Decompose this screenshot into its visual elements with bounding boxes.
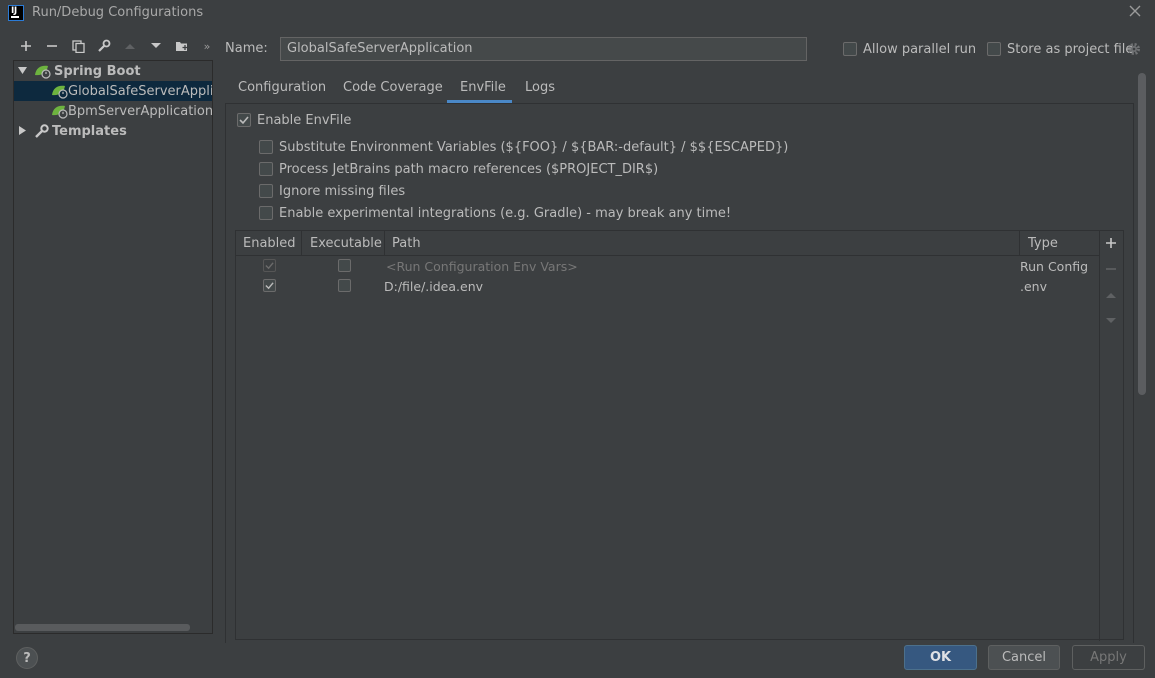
substitute-env-vars-checkbox[interactable] [259,140,273,154]
column-header-path[interactable]: Path [392,236,421,251]
tree-horizontal-scrollbar[interactable] [15,624,190,631]
tab-code-coverage[interactable]: Code Coverage [343,80,443,102]
row-executable-checkbox[interactable] [338,279,351,292]
window-title: Run/Debug Configurations [32,5,204,20]
experimental-integrations-checkbox[interactable] [259,206,273,220]
config-tree[interactable]: Spring Boot GlobalSafeServerApplica BpmS… [13,60,213,634]
column-header-executable[interactable]: Executable [310,236,382,251]
enable-envfile-checkbox[interactable] [237,113,251,127]
move-up-icon [1102,286,1120,304]
app-icon: IJ [8,5,24,21]
gear-icon[interactable] [1127,42,1141,56]
chevron-down-icon[interactable] [18,66,28,76]
table-header: Enabled Executable Path Type [236,231,1099,256]
new-folder-icon[interactable] [173,37,191,55]
store-as-project-file-checkbox[interactable] [987,42,1001,56]
row-enabled-checkbox [263,259,276,272]
tree-item-label: BpmServerApplication [68,103,212,119]
apply-button[interactable]: Apply [1072,645,1145,670]
ignore-missing-files-checkbox[interactable] [259,184,273,198]
spring-boot-run-icon [52,83,68,99]
vertical-scrollbar-thumb[interactable] [1138,73,1146,395]
close-icon[interactable] [1126,2,1144,20]
tab-logs[interactable]: Logs [525,80,555,102]
row-type: Run Config [1020,259,1089,274]
move-down-icon [1102,312,1120,330]
process-path-macros-checkbox[interactable] [259,162,273,176]
help-button[interactable]: ? [16,647,38,669]
process-path-macros-label: Process JetBrains path macro references … [279,162,659,177]
tree-group-templates[interactable]: Templates [14,121,212,141]
row-type: .env [1020,279,1047,294]
move-down-icon[interactable] [147,37,165,55]
add-env-file-icon[interactable] [1102,234,1120,252]
wrench-icon[interactable] [95,37,113,55]
spring-boot-run-icon [52,103,68,119]
ignore-missing-files-label: Ignore missing files [279,184,406,199]
add-icon[interactable] [17,37,35,55]
substitute-env-vars-label: Substitute Environment Variables (${FOO}… [279,140,789,155]
enable-envfile-label: Enable EnvFile [257,113,352,128]
row-path[interactable]: <Run Configuration Env Vars> [386,259,578,274]
experimental-integrations-label: Enable experimental integrations (e.g. G… [279,206,732,221]
column-header-enabled[interactable]: Enabled [243,236,296,251]
row-path[interactable]: D:/file/.idea.env [384,279,483,294]
tree-item-label: GlobalSafeServerApplica [68,83,212,99]
remove-env-file-icon [1102,260,1120,278]
tab-envfile[interactable]: EnvFile [460,80,506,102]
store-as-project-file-label: Store as project file [1007,42,1134,57]
name-input[interactable]: GlobalSafeServerApplication [280,37,807,61]
tab-configuration[interactable]: Configuration [238,80,326,102]
allow-parallel-run-checkbox[interactable] [843,42,857,56]
env-file-table[interactable]: Enabled Executable Path Type <Run Config… [235,230,1124,641]
row-executable-checkbox[interactable] [338,259,351,272]
move-up-icon [121,37,139,55]
copy-icon[interactable] [69,37,87,55]
chevron-right-icon[interactable] [18,126,28,136]
tree-item-global-safe-server[interactable]: GlobalSafeServerApplica [14,81,212,101]
tree-item-bpm-server[interactable]: BpmServerApplication [14,101,212,121]
wrench-icon [34,123,52,139]
cancel-button[interactable]: Cancel [988,645,1060,670]
app-icon-text: IJ [11,6,17,16]
remove-icon[interactable] [43,37,61,55]
table-side-divider [1099,231,1100,641]
spring-boot-icon [34,63,52,79]
name-label: Name: [225,41,268,56]
more-icon[interactable]: » [198,37,216,55]
column-header-type[interactable]: Type [1028,236,1058,251]
allow-parallel-run-label: Allow parallel run [863,42,977,57]
tree-group-label: Spring Boot [54,63,141,79]
tree-group-spring-boot[interactable]: Spring Boot [14,61,212,81]
tree-group-label: Templates [52,123,127,139]
row-enabled-checkbox[interactable] [263,279,276,292]
ok-button[interactable]: OK [904,645,977,670]
